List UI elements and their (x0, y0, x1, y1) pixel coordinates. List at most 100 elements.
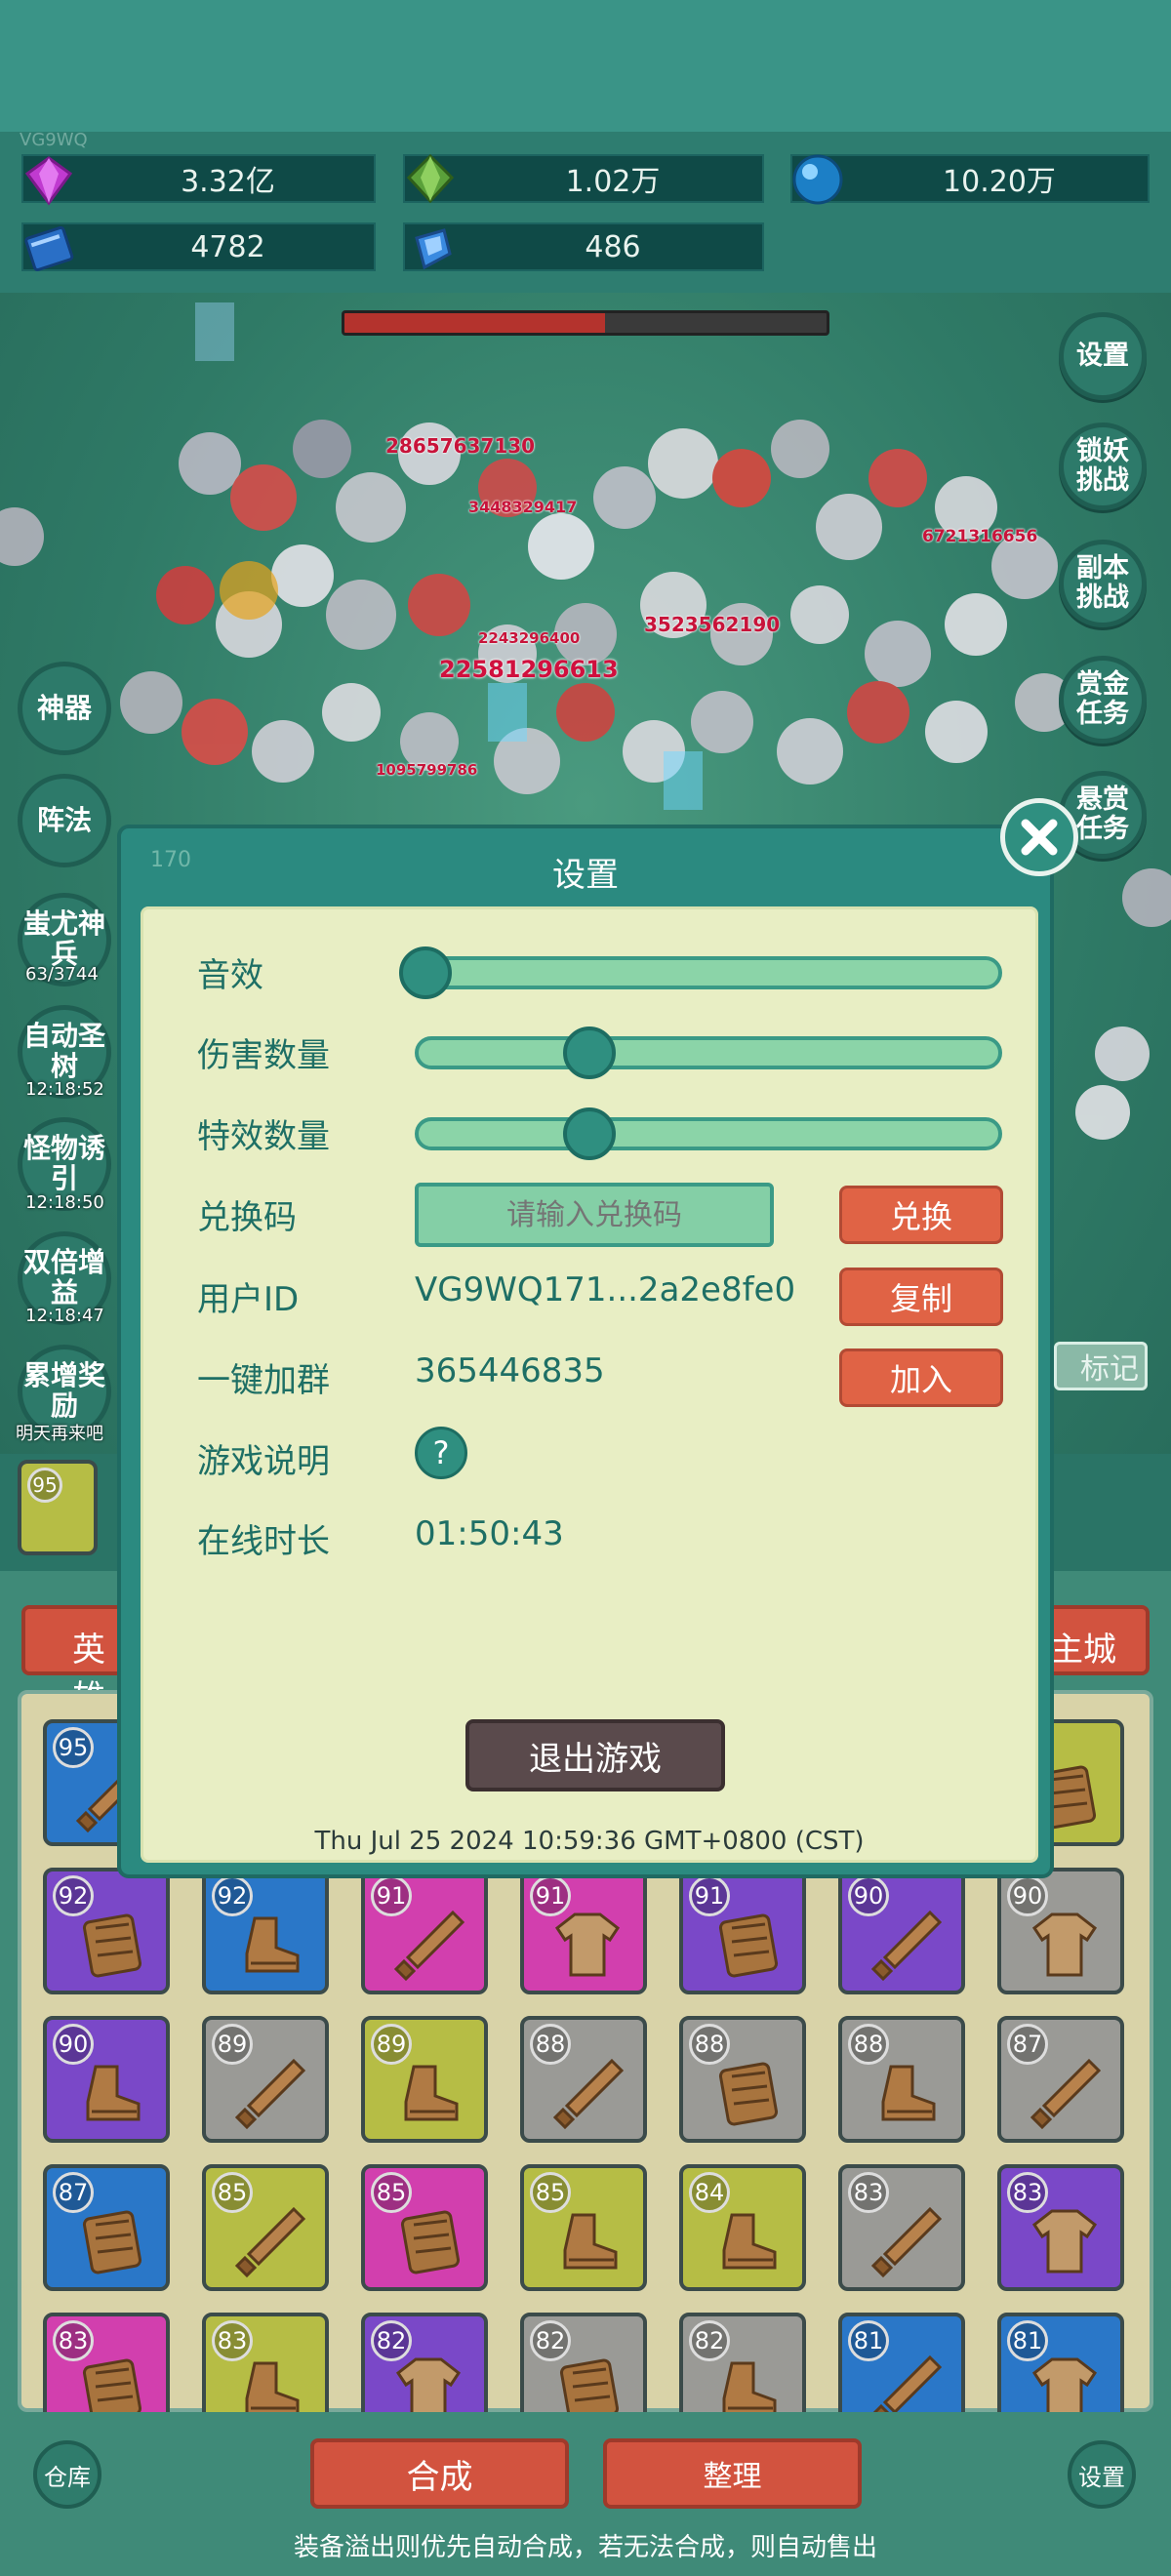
dungeon-challenge-button[interactable]: 副本挑战 (1059, 540, 1147, 627)
effect-count-label: 特效数量 (197, 1117, 330, 1156)
mark-button[interactable]: 标记 (1054, 1342, 1148, 1390)
close-button[interactable] (1000, 798, 1078, 876)
armor-icon (718, 2062, 779, 2126)
equipment-tile[interactable]: 89 (361, 2016, 488, 2143)
boot-icon (404, 2065, 459, 2121)
monster-lure-timer: 12:18:50 (25, 1192, 104, 1213)
resource-value: 4782 (190, 229, 265, 264)
faint-user-id: VG9WQ (20, 130, 88, 150)
redeem-code-label: 兑换码 (197, 1198, 297, 1237)
shirt-icon (1031, 2209, 1098, 2274)
damage-number: 3448329417 (468, 498, 578, 516)
modal-body: 音效 伤害数量 特效数量 兑换码 兑换 用户ID VG9WQ171...2a2e… (141, 906, 1038, 1863)
boss-hp-fill (344, 313, 605, 333)
damage-number: 1095799786 (376, 761, 478, 779)
equipment-tile[interactable]: 92 (202, 1868, 329, 1994)
crystal-icon (415, 228, 452, 270)
armor-icon (82, 2210, 142, 2274)
top-bar (0, 0, 1171, 132)
redeem-button[interactable]: 兑换 (839, 1186, 1003, 1244)
equipment-tile[interactable]: 85 (202, 2164, 329, 2291)
organize-button[interactable]: 整理 (603, 2438, 862, 2509)
sword-icon (552, 2058, 625, 2130)
equipment-tile[interactable]: 88 (679, 2016, 806, 2143)
book-icon (24, 225, 74, 272)
resource-value: 3.32亿 (181, 165, 275, 199)
double-gain-timer: 12:18:47 (25, 1306, 104, 1326)
sword-icon (870, 2206, 943, 2278)
damage-count-label: 伤害数量 (197, 1036, 330, 1075)
online-time-value: 01:50:43 (415, 1514, 564, 1553)
equipment-tile[interactable]: 85 (361, 2164, 488, 2291)
damage-number: 3523562190 (644, 613, 781, 636)
armor-icon (400, 2210, 461, 2274)
damage-number: 22581296613 (439, 656, 619, 683)
overflow-note: 装备溢出则优先自动合成，若无法合成，则自动售出 (293, 2533, 877, 2562)
equipment-tile[interactable]: 91 (679, 1868, 806, 1994)
gem-purple-icon (24, 156, 73, 206)
group-number: 365446835 (415, 1351, 605, 1390)
sword-icon (870, 1910, 943, 1982)
game-guide-label: 游戏说明 (197, 1442, 330, 1481)
sword-icon (393, 1910, 465, 1982)
user-id-label: 用户ID (197, 1280, 300, 1319)
slider-knob[interactable] (563, 1107, 616, 1160)
equipment-tile[interactable]: 83 (838, 2164, 965, 2291)
bounty-task-button[interactable]: 赏金任务 (1059, 656, 1147, 744)
equipment-tile[interactable]: 84 (679, 2164, 806, 2291)
join-button[interactable]: 加入 (839, 1348, 1003, 1407)
effect-count-slider[interactable] (415, 1107, 1002, 1160)
gem-green-icon (406, 153, 455, 204)
equipped-slot[interactable]: 95 (18, 1460, 98, 1555)
demon-lock-challenge-button[interactable]: 锁妖挑战 (1059, 423, 1147, 510)
user-id-value: VG9WQ171...2a2e8fe0 (415, 1270, 796, 1309)
copy-button[interactable]: 复制 (839, 1268, 1003, 1326)
sound-slider[interactable] (399, 946, 1002, 999)
formation-button[interactable]: 阵法 (18, 774, 111, 867)
resource-gem-green: 1.02万 (403, 153, 764, 204)
resource-gem-purple: 3.32亿 (21, 154, 376, 206)
warehouse-button[interactable]: 仓库 (33, 2440, 101, 2509)
equipment-tile[interactable]: 88 (838, 2016, 965, 2143)
equipment-tile[interactable]: 88 (520, 2016, 647, 2143)
equipment-tile[interactable]: 91 (361, 1868, 488, 1994)
equipment-tile[interactable]: 92 (43, 1868, 170, 1994)
slider-knob[interactable] (399, 946, 452, 999)
equipment-tile[interactable]: 87 (997, 2016, 1124, 2143)
help-icon[interactable]: ? (415, 1427, 467, 1479)
online-time-label: 在线时长 (197, 1522, 330, 1561)
boot-icon (722, 2213, 777, 2270)
settings-modal: 170 设置 音效 伤害数量 特效数量 兑换码 兑换 用户ID VG9WQ171… (117, 825, 1054, 1878)
merge-button[interactable]: 合成 (310, 2438, 569, 2509)
boot-icon (881, 2065, 936, 2121)
current-datetime: Thu Jul 25 2024 10:59:36 GMT+0800 (CST) (314, 1827, 865, 1856)
bottom-settings-button[interactable]: 设置 (1068, 2440, 1136, 2509)
sword-icon (1030, 2058, 1102, 2130)
damage-number: 2243296400 (478, 629, 581, 647)
equipment-tile[interactable]: 90 (997, 1868, 1124, 1994)
resource-book: 4782 (21, 222, 376, 272)
artifact-button[interactable]: 神器 (18, 662, 111, 755)
equipment-tile[interactable]: 87 (43, 2164, 170, 2291)
damage-number: 6721316656 (922, 527, 1038, 546)
equipment-tile[interactable]: 90 (43, 2016, 170, 2143)
equipment-tile[interactable]: 91 (520, 1868, 647, 1994)
equipment-tile[interactable]: 83 (997, 2164, 1124, 2291)
sword-icon (234, 2058, 306, 2130)
slider-knob[interactable] (563, 1026, 616, 1079)
auto-holy-tree-timer: 12:18:52 (25, 1079, 104, 1100)
resource-value: 1.02万 (565, 165, 661, 199)
orb-blue-icon (792, 154, 843, 205)
close-icon (1021, 819, 1058, 856)
exit-game-button[interactable]: 退出游戏 (465, 1719, 725, 1791)
settings-menu-button[interactable]: 设置 (1059, 312, 1147, 400)
equipment-tile[interactable]: 85 (520, 2164, 647, 2291)
equipment-tile[interactable]: 90 (838, 1868, 965, 1994)
sword-icon (234, 2206, 306, 2278)
equipment-tile[interactable]: 89 (202, 2016, 329, 2143)
redeem-code-input[interactable] (415, 1183, 774, 1247)
boot-icon (86, 2065, 141, 2121)
armor-icon (718, 1913, 779, 1978)
damage-count-slider[interactable] (415, 1026, 1002, 1079)
modal-title: 设置 (552, 856, 619, 895)
